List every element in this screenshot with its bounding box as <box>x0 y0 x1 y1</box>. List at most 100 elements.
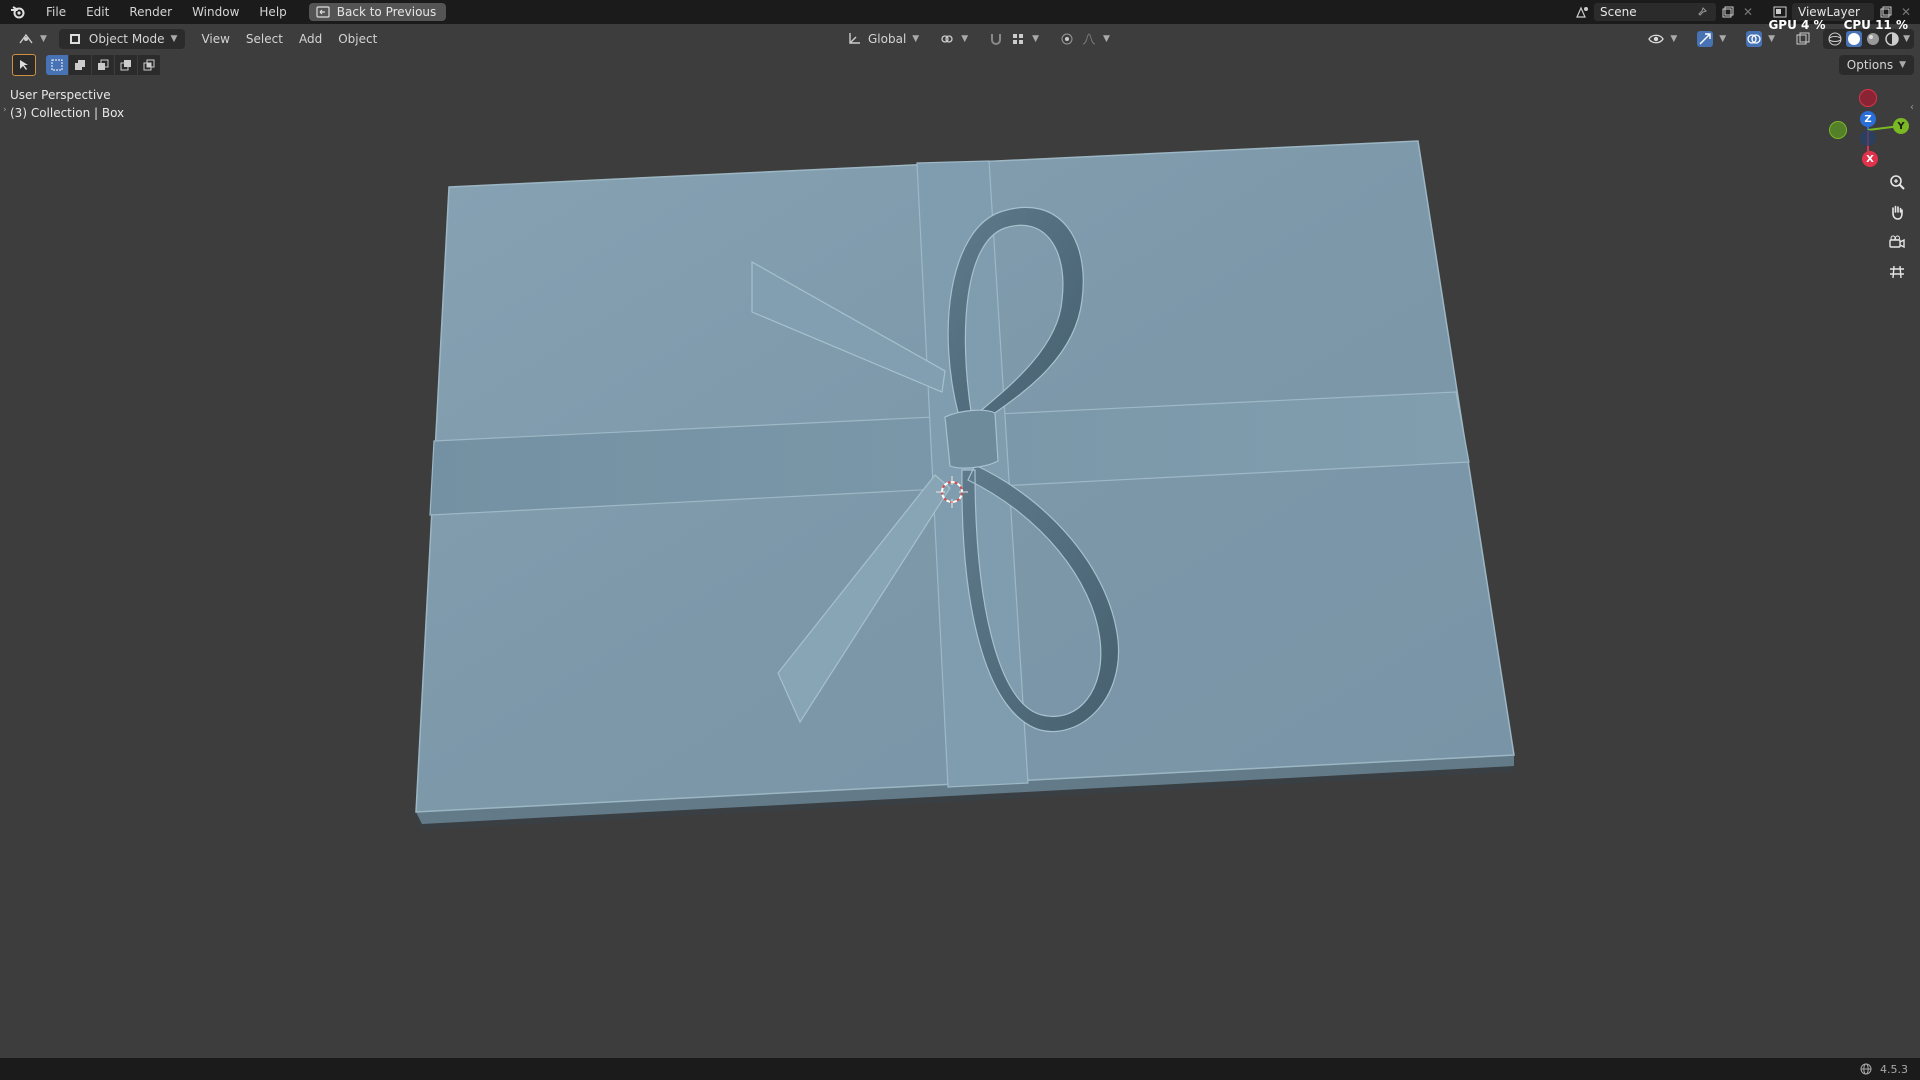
zoom-button[interactable] <box>1884 169 1910 195</box>
viewport-canvas[interactable] <box>0 0 1920 1080</box>
selection-mode-group <box>46 55 161 75</box>
chevron-down-icon: ▼ <box>1719 34 1727 44</box>
menu-edit[interactable]: Edit <box>76 0 119 24</box>
viewport-header: ▼ Object Mode ▼ View Select Add Object G… <box>0 27 1920 51</box>
options-dropdown[interactable]: Options ▼ <box>1838 55 1914 75</box>
back-icon <box>315 4 331 20</box>
camera-view-button[interactable] <box>1884 229 1910 255</box>
collection-label: (3) Collection | Box <box>10 106 125 120</box>
view-layer-name: ViewLayer <box>1798 5 1860 19</box>
overlay-toggle[interactable]: ▼ <box>1738 29 1783 49</box>
visibility-icon <box>1648 31 1665 47</box>
snap-icon <box>988 31 1004 47</box>
gizmo-neg-y[interactable] <box>1829 121 1847 139</box>
gizmo-neg-x[interactable] <box>1859 89 1877 107</box>
select-extend-button[interactable] <box>69 55 91 75</box>
sidebar-toggle-arrow[interactable]: ‹ <box>1910 102 1914 113</box>
scene-name: Scene <box>1600 5 1637 19</box>
editor-type-icon <box>18 31 34 47</box>
menu-object[interactable]: Object <box>330 29 385 49</box>
menu-file[interactable]: File <box>36 0 76 24</box>
grid-icon <box>1889 264 1905 280</box>
shading-mode-group: ▼ <box>1823 29 1914 49</box>
xray-icon <box>1795 31 1811 47</box>
select-new-icon <box>49 57 65 73</box>
top-menu-bar: File Edit Render Window Help Back to Pre… <box>0 0 1920 32</box>
visibility-dropdown[interactable]: ▼ <box>1640 29 1685 49</box>
transform-orientation-dropdown[interactable]: Global ▼ <box>838 29 927 49</box>
select-intersect-icon <box>141 57 157 73</box>
chevron-down-icon: ▼ <box>1032 34 1040 44</box>
camera-icon <box>1889 234 1905 250</box>
menu-window[interactable]: Window <box>182 0 249 24</box>
chevron-down-icon: ▼ <box>1768 34 1776 44</box>
gizmo-axis-x[interactable]: X <box>1862 151 1878 167</box>
chevron-down-icon: ▼ <box>912 34 920 44</box>
shading-solid-icon[interactable] <box>1846 31 1863 47</box>
menu-render[interactable]: Render <box>119 0 182 24</box>
select-subtract-icon <box>95 57 111 73</box>
transform-tools: Global ▼ ▼ ▼ ▼ <box>838 27 1118 51</box>
select-invert-button[interactable] <box>115 55 137 75</box>
chevron-down-icon: ▼ <box>1899 60 1906 70</box>
chevron-down-icon: ▼ <box>961 34 969 44</box>
back-to-previous-button[interactable]: Back to Previous <box>308 3 447 21</box>
chevron-down-icon[interactable]: ▼ <box>1903 34 1910 44</box>
menu-view[interactable]: View <box>193 29 237 49</box>
pivot-icon <box>939 31 955 47</box>
menu-help[interactable]: Help <box>249 0 296 24</box>
falloff-icon <box>1081 31 1097 47</box>
pin-icon[interactable] <box>1694 4 1710 20</box>
xray-toggle[interactable] <box>1787 29 1819 49</box>
tool-settings-row <box>12 54 161 76</box>
options-label: Options <box>1846 58 1894 72</box>
perspective-label: User Perspective <box>10 88 111 102</box>
chevron-down-icon: ▼ <box>170 34 178 44</box>
object-mode-dropdown[interactable]: Object Mode ▼ <box>58 29 186 49</box>
scene-selector[interactable]: Scene <box>1594 3 1716 21</box>
back-button-label: Back to Previous <box>336 5 437 19</box>
gizmo-axis-y[interactable]: Y <box>1893 118 1909 134</box>
remove-scene-icon[interactable]: ✕ <box>1740 4 1756 20</box>
pan-button[interactable] <box>1884 199 1910 225</box>
new-scene-icon[interactable] <box>1720 4 1736 20</box>
ribbon-knot <box>944 409 999 469</box>
network-globe-icon[interactable] <box>1858 1061 1874 1077</box>
version-label: 4.5.3 <box>1880 1062 1908 1076</box>
overlay-icon <box>1746 31 1763 47</box>
select-new-button[interactable] <box>46 55 68 75</box>
gizmo-axis-z[interactable]: Z <box>1860 111 1876 127</box>
select-tool-button[interactable] <box>12 54 36 76</box>
chevron-down-icon: ▼ <box>40 34 47 44</box>
menu-add[interactable]: Add <box>291 29 330 49</box>
zoom-icon <box>1889 174 1905 190</box>
editor-type-button[interactable]: ▼ <box>10 29 55 49</box>
pan-hand-icon <box>1889 204 1905 220</box>
shading-wireframe-icon[interactable] <box>1827 31 1843 47</box>
shading-rendered-icon[interactable] <box>1884 31 1900 47</box>
select-subtract-button[interactable] <box>92 55 114 75</box>
gizmo-icon <box>1697 31 1714 47</box>
menu-select[interactable]: Select <box>238 29 291 49</box>
ortho-toggle-button[interactable] <box>1884 259 1910 285</box>
snap-grid-icon <box>1010 31 1026 47</box>
chevron-down-icon: ▼ <box>1670 34 1678 44</box>
status-bar: 4.5.3 <box>0 1058 1920 1080</box>
proportional-edit-icon <box>1059 31 1075 47</box>
blender-logo-icon[interactable] <box>0 0 36 24</box>
outliner-expand-arrow[interactable]: › <box>3 105 7 115</box>
object-mode-label: Object Mode <box>88 32 165 46</box>
gizmo-neg-z[interactable] <box>1860 130 1876 146</box>
scene-icon[interactable] <box>1574 4 1590 20</box>
gizmo-toggle[interactable]: ▼ <box>1689 29 1734 49</box>
global-orientation-icon <box>846 31 862 47</box>
proportional-edit-toggle[interactable]: ▼ <box>1051 29 1118 49</box>
pivot-point-dropdown[interactable]: ▼ <box>931 29 976 49</box>
snap-toggle[interactable]: ▼ <box>980 29 1047 49</box>
orientation-label: Global <box>868 32 907 46</box>
viewport-info-overlay: User Perspective (3) Collection | Box <box>10 86 124 122</box>
select-invert-icon <box>118 57 134 73</box>
select-intersect-button[interactable] <box>138 55 160 75</box>
shading-material-icon[interactable] <box>1865 31 1881 47</box>
select-tool-icon <box>16 57 32 73</box>
